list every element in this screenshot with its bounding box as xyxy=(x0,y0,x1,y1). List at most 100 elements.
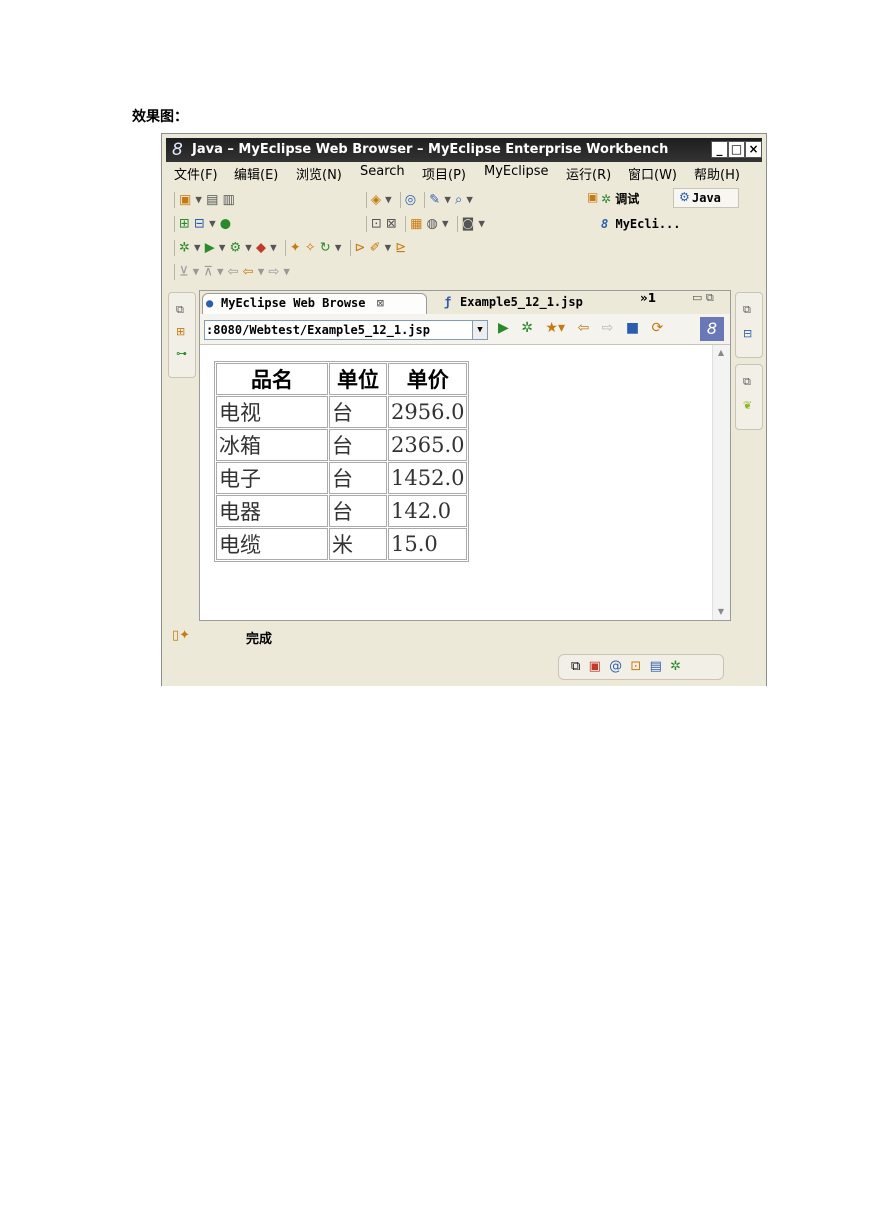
maximize-button[interactable]: □ xyxy=(728,141,745,158)
javadoc-icon[interactable]: @ xyxy=(609,659,622,674)
run-icon[interactable]: ▶ xyxy=(205,241,215,256)
hierarchy-icon[interactable]: ⊶ xyxy=(176,347,187,360)
stop-icon[interactable]: ■ xyxy=(626,320,639,336)
menu-edit[interactable]: 编辑(E) xyxy=(234,164,278,183)
new-package-icon[interactable]: ✧ xyxy=(305,241,316,256)
goods-table: 品名 单位 单价 电视 台 2956.0 冰箱 台 2365.0 电子 台 14… xyxy=(214,361,470,562)
pen-icon[interactable]: ✐ xyxy=(370,241,381,256)
debug-bug-icon[interactable]: ✲ xyxy=(179,241,190,256)
last-edit-icon[interactable]: ⇦ xyxy=(228,265,239,280)
open-file-icon[interactable]: ⊡ xyxy=(371,217,382,232)
go-icon[interactable]: ▶ xyxy=(498,320,509,336)
new-class-icon[interactable]: ✦ xyxy=(290,241,301,256)
restore-icon[interactable]: ⧉ xyxy=(176,303,184,317)
tab-jsp-file-label: Example5_12_1.jsp xyxy=(460,295,583,309)
camera-icon[interactable]: ◙ xyxy=(462,217,475,232)
close-tab-icon[interactable]: ⊠ xyxy=(377,296,384,310)
close-file-icon[interactable]: ⊠ xyxy=(386,217,397,232)
forward-icon[interactable]: ⇨ xyxy=(268,265,279,280)
debug-page-icon[interactable]: ✲ xyxy=(521,320,533,336)
back-nav-icon[interactable]: ⇦ xyxy=(577,320,589,336)
image-icon[interactable]: ▦ xyxy=(410,217,422,232)
header-name: 品名 xyxy=(216,363,328,395)
problems-icon[interactable]: ▣ xyxy=(589,659,601,674)
cell-price: 2956.0 xyxy=(388,396,468,428)
external-tools-icon[interactable]: ◆ xyxy=(256,241,266,256)
print-icon[interactable]: ▥ xyxy=(223,193,235,208)
title-bar: 8 Java – MyEclipse Web Browser – MyEclip… xyxy=(166,138,762,162)
menu-search[interactable]: Search xyxy=(360,164,405,179)
perspective-myeclipse-label: MyEcli... xyxy=(615,217,681,231)
header-price: 单价 xyxy=(388,363,468,395)
new-icon[interactable]: ▣ xyxy=(179,193,191,208)
table-row: 冰箱 台 2365.0 xyxy=(216,429,468,461)
refresh-icon[interactable]: ↻ xyxy=(320,241,331,256)
tab-jsp-file[interactable]: ƒ Example5_12_1.jsp xyxy=(438,293,655,314)
perspective-debug[interactable]: ✲ 调试 xyxy=(601,190,639,207)
close-button[interactable]: × xyxy=(745,141,762,158)
status-bar: ▯✦ 完成 ⧉ ▣ @ ⊡ ▤ ✲ xyxy=(162,622,766,686)
menu-myeclipse[interactable]: MyEclipse xyxy=(484,164,549,179)
folder-edit-icon[interactable]: ⊵ xyxy=(395,241,406,256)
restore-icon[interactable]: ⧉ xyxy=(743,375,751,389)
maximize-view-icon[interactable]: ⧉ xyxy=(706,291,714,304)
menu-project[interactable]: 项目(P) xyxy=(422,164,466,183)
minimize-button[interactable]: _ xyxy=(711,141,728,158)
status-trim-bar: ⧉ ▣ @ ⊡ ▤ ✲ xyxy=(558,654,724,680)
browser-icon[interactable]: ◍ xyxy=(427,217,438,232)
run-last-icon[interactable]: ⚙ xyxy=(230,241,242,256)
perspective-myeclipse[interactable]: 8 MyEcli... xyxy=(601,217,681,231)
tab-web-browser[interactable]: ● MyEclipse Web Browse ⊠ xyxy=(202,293,427,314)
console-icon[interactable]: ▤ xyxy=(650,659,662,674)
open-perspective-icon[interactable]: ▣ xyxy=(587,190,598,204)
cell-unit: 台 xyxy=(329,396,387,428)
cell-price: 142.0 xyxy=(388,495,468,527)
browser-toolbar: :8080/Webtest/Example5_12_1.jsp ▼ ▶ ✲ ★▾… xyxy=(200,314,730,345)
minimize-view-icon[interactable]: ▭ xyxy=(692,291,702,304)
cell-name: 电缆 xyxy=(216,528,328,560)
server-icon[interactable]: ◎ xyxy=(405,193,416,208)
forward-nav-icon[interactable]: ⇨ xyxy=(602,320,614,336)
cell-name: 电器 xyxy=(216,495,328,527)
deploy-icon[interactable]: ⊞ xyxy=(179,217,190,232)
open-type-icon[interactable]: ⊟ xyxy=(194,217,205,232)
search-tool-icon[interactable]: ⌕ xyxy=(455,193,462,208)
favorites-icon[interactable]: ★▾ xyxy=(545,320,565,336)
url-dropdown-button[interactable]: ▼ xyxy=(472,321,487,339)
save-icon[interactable]: ▤ xyxy=(206,193,218,208)
right-view-bar-1: ⧉ ⊟ xyxy=(735,292,763,358)
restore-icon[interactable]: ⧉ xyxy=(571,659,580,674)
refresh-nav-icon[interactable]: ⟳ xyxy=(652,320,664,336)
wizard-icon[interactable]: ✎ xyxy=(429,193,440,208)
globe-toolbar-icon[interactable]: ● xyxy=(220,217,231,232)
scroll-down-icon[interactable]: ▼ xyxy=(715,606,727,618)
perspective-debug-label: 调试 xyxy=(615,192,640,206)
java-perspective-icon: ⚙ xyxy=(679,190,690,204)
prev-annotation-icon[interactable]: ⊼ xyxy=(203,265,213,280)
menu-help[interactable]: 帮助(H) xyxy=(694,164,740,183)
leaf-icon[interactable]: ❦ xyxy=(743,399,752,412)
cell-unit: 台 xyxy=(329,462,387,494)
url-input[interactable]: :8080/Webtest/Example5_12_1.jsp ▼ xyxy=(204,320,488,340)
new-project-icon[interactable]: ◈ xyxy=(371,193,381,208)
menu-run[interactable]: 运行(R) xyxy=(566,164,611,183)
restore-icon[interactable]: ⧉ xyxy=(743,303,751,317)
debug-view-icon[interactable]: ✲ xyxy=(670,659,681,674)
fast-view-icon[interactable]: ▯✦ xyxy=(172,628,190,643)
right-view-bar-2: ⧉ ❦ xyxy=(735,364,763,430)
vertical-scrollbar[interactable]: ▲ ▼ xyxy=(712,345,730,620)
more-tabs-button[interactable]: »1 xyxy=(640,291,656,305)
toolbar-row-3: ✲ ▾ ▶ ▾ ⚙ ▾ ◆ ▾ ✦ ✧ ↻ ▾ ⊳ ✐ ▾ ⊵ xyxy=(170,240,406,256)
menu-file[interactable]: 文件(F) xyxy=(174,164,218,183)
declaration-icon[interactable]: ⊡ xyxy=(630,659,641,674)
menu-window[interactable]: 窗口(W) xyxy=(628,164,677,183)
menu-navigate[interactable]: 浏览(N) xyxy=(296,164,342,183)
table-row: 电子 台 1452.0 xyxy=(216,462,468,494)
next-annotation-icon[interactable]: ⊻ xyxy=(179,265,189,280)
back-icon[interactable]: ⇦ xyxy=(243,265,254,280)
open-folder-icon[interactable]: ⊳ xyxy=(355,241,366,256)
tab-web-browser-label: MyEclipse Web Browse xyxy=(221,296,366,310)
scroll-up-icon[interactable]: ▲ xyxy=(715,347,727,359)
outline-icon[interactable]: ⊟ xyxy=(743,327,752,340)
package-explorer-icon[interactable]: ⊞ xyxy=(176,325,185,338)
